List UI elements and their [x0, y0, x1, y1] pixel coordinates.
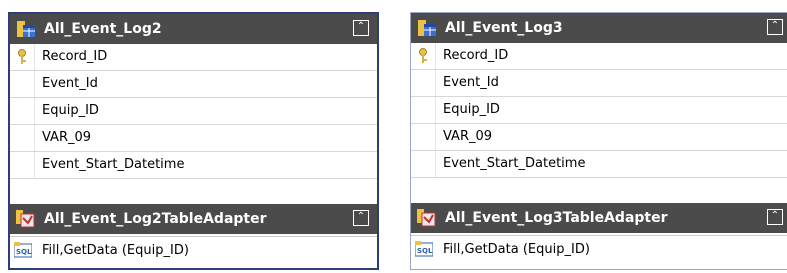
column-name: Event_Id [443, 75, 499, 90]
row-gutter [411, 97, 436, 123]
collapse-icon[interactable]: ⌃ [767, 209, 783, 225]
primary-key-icon [18, 49, 26, 64]
column-row[interactable]: Record_ID [10, 44, 377, 71]
column-name: Event_Start_Datetime [42, 157, 185, 172]
svg-text:SQL: SQL [16, 248, 32, 256]
column-row[interactable]: Event_Start_Datetime [411, 151, 787, 178]
tableadapter-header[interactable]: All_Event_Log3TableAdapter ⌃ [411, 203, 787, 233]
column-row[interactable]: Record_ID [411, 43, 787, 70]
column-name: VAR_09 [443, 129, 493, 144]
row-gutter [10, 152, 35, 178]
row-gutter [411, 70, 436, 96]
dataset-table-panel-right[interactable]: All_Event_Log3 ⌃ Record_ID Event_Id Equi… [410, 12, 787, 270]
column-name: Equip_ID [443, 102, 500, 117]
column-row[interactable]: Event_Id [411, 70, 787, 97]
query-method-row[interactable]: SQL Fill,GetData (Equip_ID) [10, 236, 377, 264]
collapse-icon[interactable]: ⌃ [767, 19, 783, 35]
row-gutter [411, 151, 436, 177]
sql-query-icon: SQL [415, 241, 433, 257]
tableadapter-title: All_Event_Log2TableAdapter [44, 211, 267, 227]
column-row[interactable]: Equip_ID [411, 97, 787, 124]
table-icon [418, 20, 436, 36]
row-gutter [10, 125, 35, 151]
column-row[interactable]: VAR_09 [411, 124, 787, 151]
tableadapter-header[interactable]: All_Event_Log2TableAdapter ⌃ [10, 204, 377, 234]
column-row[interactable]: Equip_ID [10, 98, 377, 125]
sql-query-icon: SQL [14, 242, 32, 258]
table-header[interactable]: All_Event_Log3 ⌃ [411, 13, 787, 43]
primary-key-icon [419, 48, 427, 63]
query-method-row[interactable]: SQL Fill,GetData (Equip_ID) [411, 235, 787, 263]
column-list: Record_ID Event_Id Equip_ID VAR_09 Event… [10, 44, 377, 179]
row-gutter [10, 98, 35, 124]
collapse-icon[interactable]: ⌃ [353, 210, 369, 226]
table-icon [17, 21, 35, 37]
query-method-label: Fill,GetData (Equip_ID) [443, 242, 590, 257]
column-name: Record_ID [42, 49, 108, 64]
column-row[interactable]: Event_Start_Datetime [10, 152, 377, 179]
column-list: Record_ID Event_Id Equip_ID VAR_09 Event… [411, 43, 787, 178]
row-gutter [10, 71, 35, 97]
tableadapter-title: All_Event_Log3TableAdapter [445, 210, 668, 226]
tableadapter-icon [16, 210, 35, 228]
svg-text:SQL: SQL [417, 247, 433, 255]
row-gutter [411, 124, 436, 150]
column-row[interactable]: VAR_09 [10, 125, 377, 152]
dataset-table-panel-left[interactable]: All_Event_Log2 ⌃ Record_ID Event_Id Equi… [8, 12, 379, 270]
table-header[interactable]: All_Event_Log2 ⌃ [10, 14, 377, 44]
column-name: Event_Id [42, 76, 98, 91]
column-name: Event_Start_Datetime [443, 156, 586, 171]
column-name: Record_ID [443, 48, 509, 63]
column-name: VAR_09 [42, 130, 92, 145]
table-title: All_Event_Log3 [445, 20, 563, 36]
query-method-label: Fill,GetData (Equip_ID) [42, 243, 189, 258]
collapse-icon[interactable]: ⌃ [353, 20, 369, 36]
column-row[interactable]: Event_Id [10, 71, 377, 98]
table-title: All_Event_Log2 [44, 21, 162, 37]
tableadapter-icon [417, 209, 436, 227]
column-name: Equip_ID [42, 103, 99, 118]
